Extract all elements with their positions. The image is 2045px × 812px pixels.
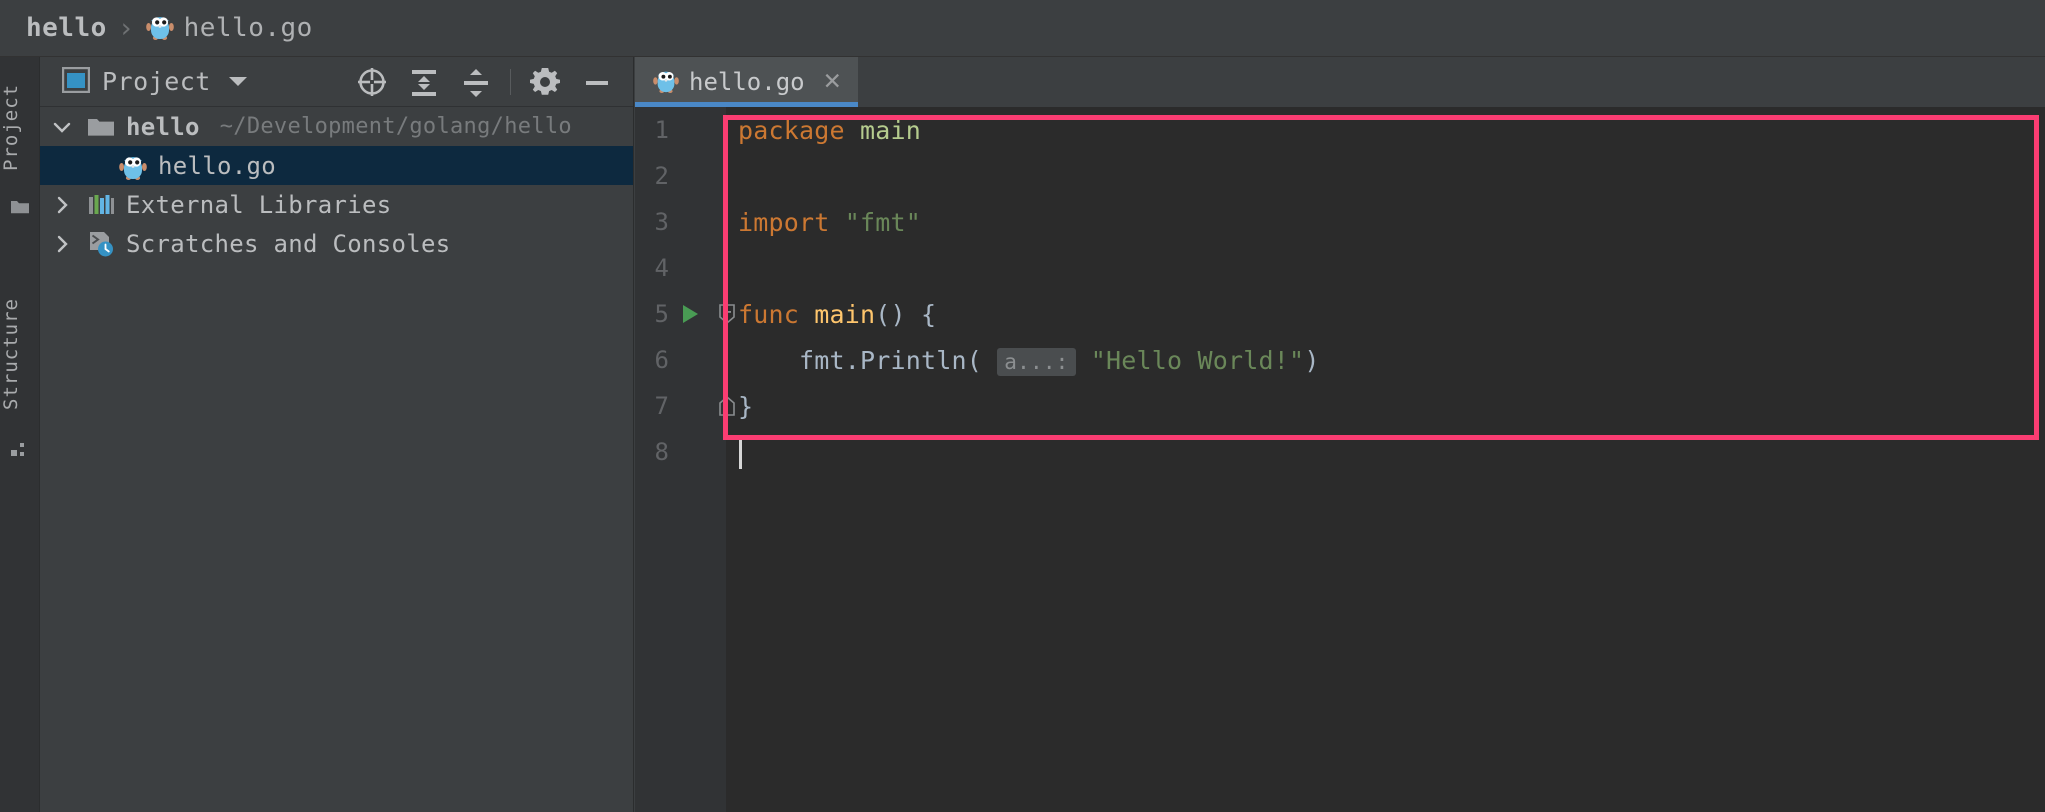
minus-icon: [586, 81, 608, 85]
expand-all-button[interactable]: [398, 57, 450, 107]
code-line-1: package main: [738, 115, 922, 145]
line-number: 2: [654, 162, 669, 190]
project-tool-window: Project hello ~/Development/golang/hello…: [40, 57, 634, 812]
sidebar-item-project[interactable]: Project: [0, 67, 40, 187]
tab-label: hello.go: [689, 68, 805, 96]
code-line-6: fmt.Println( a...: "Hello World!"): [738, 345, 1320, 376]
close-icon[interactable]: ✕: [823, 69, 842, 95]
toolbar-divider: [510, 69, 511, 95]
tree-item-path: ~/Development/golang/hello: [219, 114, 572, 139]
chevron-right-icon[interactable]: [40, 233, 84, 255]
project-panel-title: Project: [102, 67, 211, 96]
go-gopher-icon: [653, 66, 679, 98]
folder-icon[interactable]: [10, 197, 30, 217]
tree-item-label: Scratches and Consoles: [126, 229, 451, 258]
breadcrumb: hello › hello.go: [0, 0, 2045, 57]
code-line-row: 2: [635, 153, 2045, 199]
chevron-down-icon[interactable]: [228, 77, 247, 86]
code-line-row: 6 fmt.Println( a...: "Hello World!"): [635, 337, 2045, 383]
code-line-row: 7 }: [635, 383, 2045, 429]
tab-hello-go[interactable]: hello.go ✕: [635, 57, 858, 107]
parameter-hint: a...:: [997, 347, 1076, 376]
project-view-icon: [61, 66, 91, 97]
line-number: 1: [654, 116, 669, 144]
collapse-all-icon: [464, 69, 488, 97]
structure-icon[interactable]: [10, 439, 30, 459]
project-panel-toolbar: [346, 57, 623, 107]
tree-item-label: hello.go: [158, 151, 276, 180]
settings-button[interactable]: [519, 57, 571, 107]
fold-end-icon[interactable]: [717, 395, 737, 421]
collapse-all-button[interactable]: [450, 57, 502, 107]
tree-row[interactable]: hello ~/Development/golang/hello: [40, 107, 633, 146]
scratches-clock-icon: [84, 230, 118, 258]
libraries-icon: [84, 192, 118, 218]
code-editor[interactable]: 1 package main 2 3 import "fmt" 4 5 func…: [635, 107, 2045, 812]
code-line-5: func main() {: [738, 299, 937, 329]
go-gopher-icon: [116, 151, 150, 181]
gear-icon: [530, 68, 560, 95]
line-number: 7: [654, 392, 669, 420]
line-number: 3: [654, 208, 669, 236]
line-number: 5: [654, 300, 669, 328]
hide-panel-button[interactable]: [571, 57, 623, 107]
select-opened-file-button[interactable]: [346, 57, 398, 107]
tree-row[interactable]: External Libraries: [40, 185, 633, 224]
project-panel-header: Project: [40, 57, 633, 107]
line-number: 8: [654, 438, 669, 466]
tree-row[interactable]: hello.go: [40, 146, 633, 185]
expand-all-icon: [412, 70, 436, 96]
breadcrumb-project[interactable]: hello: [26, 13, 107, 43]
code-line-row: 4: [635, 245, 2045, 291]
line-number: 6: [654, 346, 669, 374]
code-line-row: 5 func main() {: [635, 291, 2045, 337]
editor-tab-bar: hello.go ✕: [635, 57, 2045, 107]
line-number: 4: [654, 254, 669, 282]
fold-collapse-icon[interactable]: [717, 303, 737, 329]
chevron-down-icon[interactable]: [40, 116, 84, 138]
code-line-row: 3 import "fmt": [635, 199, 2045, 245]
code-line-row: 8: [635, 429, 2045, 475]
breadcrumb-file[interactable]: hello.go: [184, 13, 313, 43]
tree-item-label: hello: [126, 112, 200, 141]
tree-row[interactable]: Scratches and Consoles: [40, 224, 633, 263]
tool-window-strip: Project Structure: [0, 57, 40, 812]
editor-area: hello.go ✕ 1 package main 2 3 import "fm…: [635, 57, 2045, 812]
chevron-right-icon[interactable]: [40, 194, 84, 216]
crosshair-target-icon: [358, 68, 386, 96]
code-line-3: import "fmt": [738, 207, 922, 237]
tree-item-label: External Libraries: [126, 190, 392, 219]
project-title-group[interactable]: Project: [40, 66, 247, 97]
code-line-row: 1 package main: [635, 107, 2045, 153]
go-gopher-icon: [145, 11, 174, 45]
run-gutter-icon[interactable]: [679, 303, 701, 329]
project-tree: hello ~/Development/golang/hello hello.g…: [40, 107, 633, 263]
text-caret: [739, 436, 742, 469]
code-line-7: }: [738, 391, 754, 421]
folder-icon: [84, 115, 118, 139]
breadcrumb-separator: ›: [120, 12, 132, 44]
sidebar-item-structure[interactable]: Structure: [0, 282, 40, 427]
